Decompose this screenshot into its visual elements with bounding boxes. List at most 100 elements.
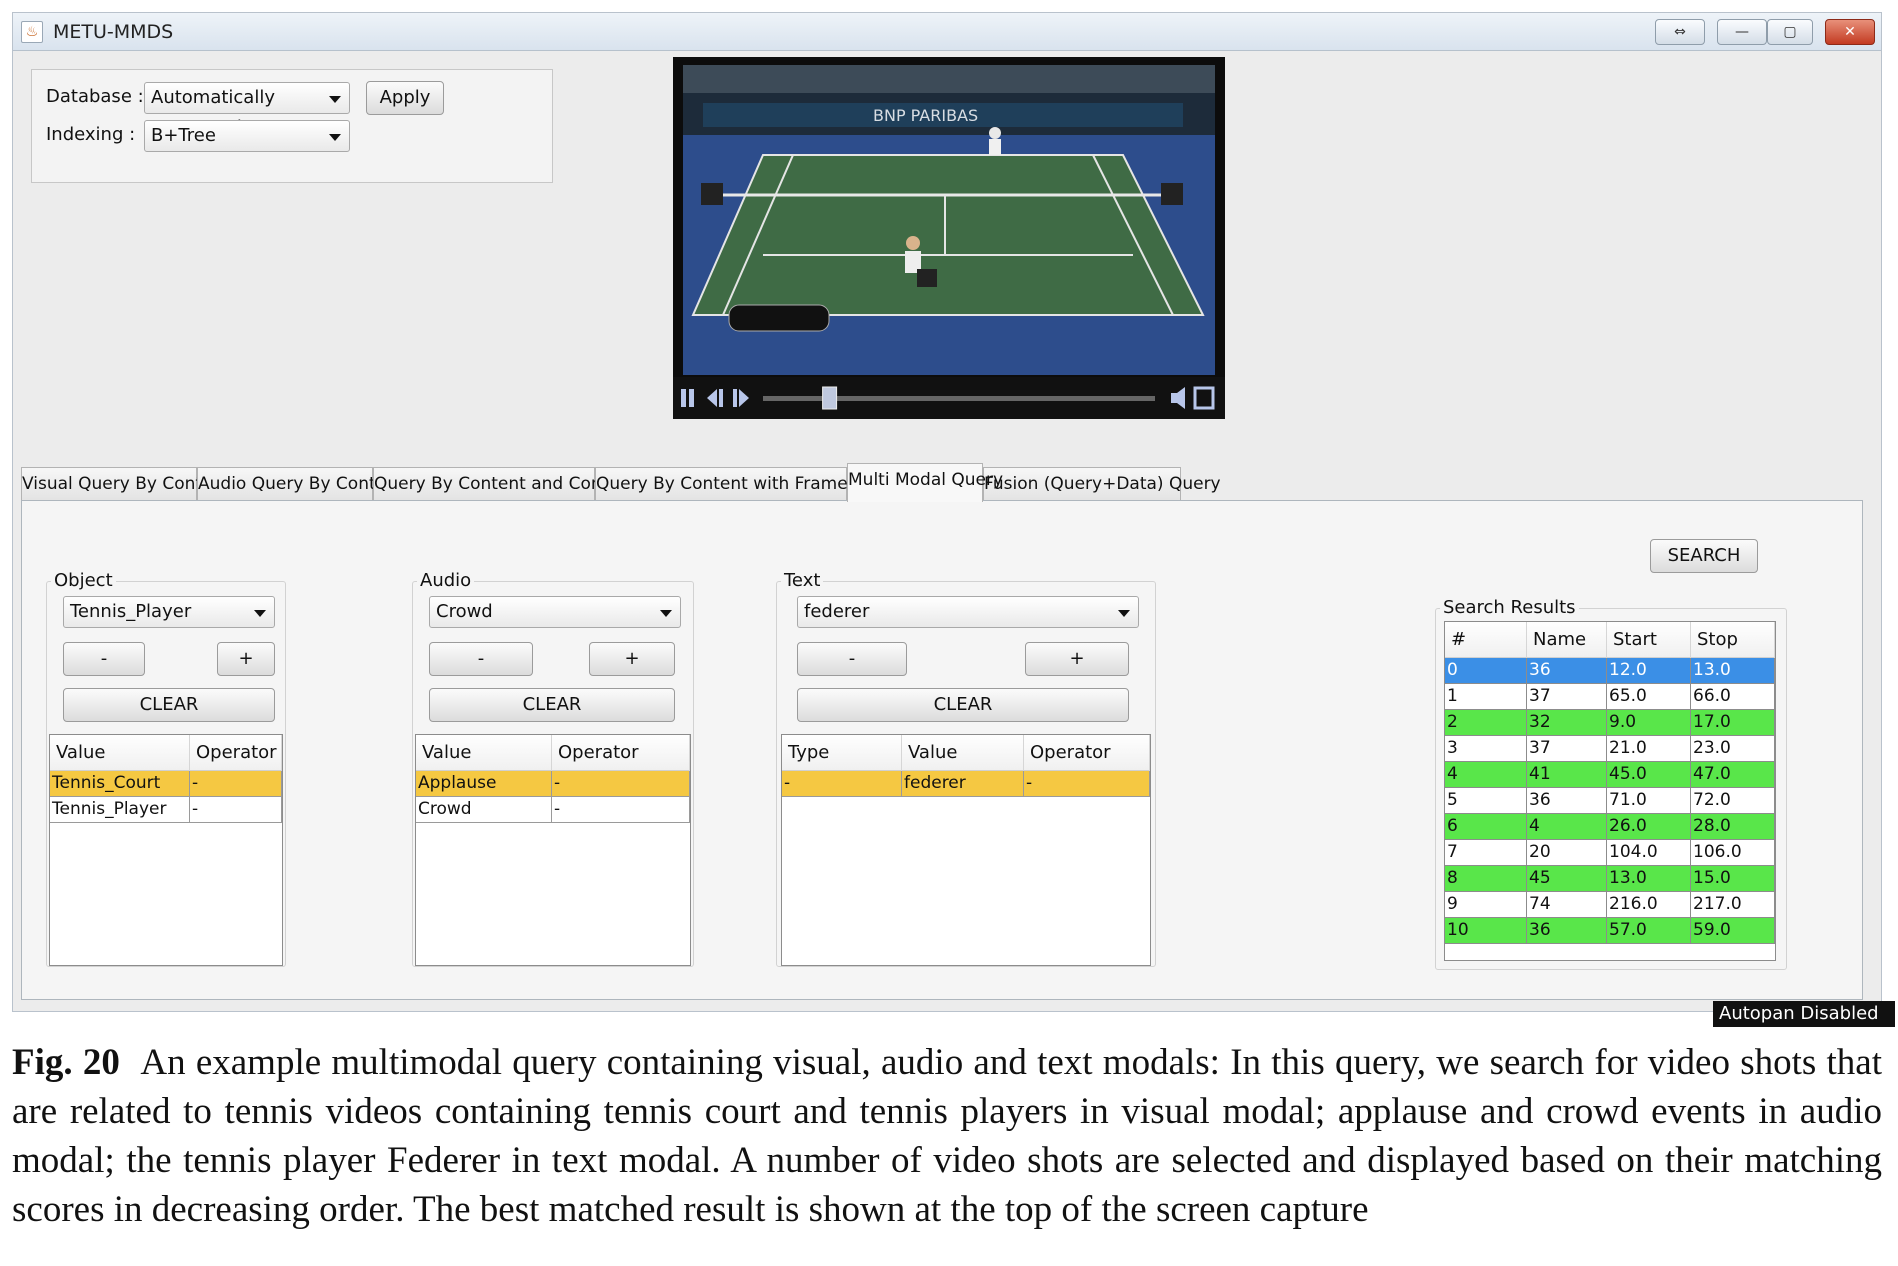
column-header[interactable]: Type — [782, 735, 902, 771]
text-clear-button[interactable]: CLEAR — [797, 688, 1129, 722]
result-cell: 106.0 — [1691, 840, 1775, 866]
column-header[interactable]: Operator — [190, 735, 282, 771]
close-button[interactable]: ✕ — [1825, 19, 1875, 45]
table-row[interactable]: Applause - — [416, 771, 690, 797]
column-header[interactable]: Operator — [1024, 735, 1150, 771]
restore-button[interactable]: ⇔ — [1655, 19, 1705, 45]
search-button[interactable]: SEARCH — [1650, 539, 1758, 573]
step-forward-icon[interactable] — [733, 389, 749, 407]
object-table: Value Operator Tennis_Court - Tennis_Pla… — [49, 734, 283, 966]
text-minus-button[interactable]: - — [797, 642, 907, 676]
result-row[interactable]: 4 41 45.0 47.0 — [1445, 762, 1776, 788]
audio-minus-button[interactable]: - — [429, 642, 533, 676]
indexing-select[interactable]: B+Tree — [144, 120, 350, 152]
result-row[interactable]: 9 74 216.0 217.0 — [1445, 892, 1776, 918]
search-results-group: Search Results # Name Start Stop 0 36 12.0… — [1435, 597, 1787, 970]
column-header[interactable]: Operator — [552, 735, 690, 771]
result-cell: 15.0 — [1691, 866, 1775, 892]
result-cell: 104.0 — [1607, 840, 1691, 866]
column-header[interactable]: Name — [1527, 622, 1607, 658]
audio-plus-button[interactable]: + — [589, 642, 675, 676]
result-row[interactable]: 7 20 104.0 106.0 — [1445, 840, 1776, 866]
table-cell: Tennis_Player — [50, 797, 190, 823]
result-row[interactable]: 8 45 13.0 15.0 — [1445, 866, 1776, 892]
result-cell: 74 — [1527, 892, 1607, 918]
text-plus-button[interactable]: + — [1025, 642, 1129, 676]
fullscreen-icon[interactable] — [1193, 386, 1215, 410]
result-cell: 36 — [1527, 918, 1607, 944]
figure-caption-text: An example multimodal query containing v… — [12, 1042, 1882, 1230]
result-cell: 57.0 — [1607, 918, 1691, 944]
tab-content-concept[interactable]: Query By Content and Concept — [373, 467, 639, 501]
result-row[interactable]: 1 37 65.0 66.0 — [1445, 684, 1776, 710]
text-select[interactable]: federer — [797, 596, 1139, 628]
video-controls — [673, 377, 1225, 419]
pause-icon[interactable] — [681, 389, 694, 407]
apply-button[interactable]: Apply — [366, 81, 444, 115]
database-select[interactable]: Automatically Processed — [144, 82, 350, 138]
video-player[interactable]: BNP PARIBAS — [673, 57, 1225, 419]
table-row[interactable]: - federer - — [782, 771, 1150, 797]
result-cell: 26.0 — [1607, 814, 1691, 840]
result-cell: 7 — [1445, 840, 1527, 866]
result-row[interactable]: 0 36 12.0 13.0 — [1445, 658, 1776, 684]
table-header: Type Value Operator — [782, 735, 1150, 771]
result-row[interactable]: 6 4 26.0 28.0 — [1445, 814, 1776, 840]
result-cell: 36 — [1527, 788, 1607, 814]
result-cell: 2 — [1445, 710, 1527, 736]
audio-clear-button[interactable]: CLEAR — [429, 688, 675, 722]
object-clear-button[interactable]: CLEAR — [63, 688, 275, 722]
result-cell: 65.0 — [1607, 684, 1691, 710]
chevron-down-icon — [1118, 610, 1130, 617]
result-row[interactable]: 5 36 71.0 72.0 — [1445, 788, 1776, 814]
table-header: Value Operator — [416, 735, 690, 771]
audio-table: Value Operator Applause - Crowd - — [415, 734, 691, 966]
database-label: Database : — [46, 86, 144, 107]
result-cell: 13.0 — [1691, 658, 1775, 684]
result-row[interactable]: 10 36 57.0 59.0 — [1445, 918, 1776, 944]
object-select[interactable]: Tennis_Player — [63, 596, 275, 628]
video-frame[interactable]: BNP PARIBAS — [683, 65, 1215, 375]
table-row[interactable]: Tennis_Court - — [50, 771, 282, 797]
result-cell: 41 — [1527, 762, 1607, 788]
column-header[interactable]: Value — [416, 735, 552, 771]
object-minus-button[interactable]: - — [63, 642, 145, 676]
column-header[interactable]: Start — [1607, 622, 1691, 658]
tab-multi-modal[interactable]: Multi Modal Query — [847, 463, 1003, 502]
column-header[interactable]: Stop — [1691, 622, 1775, 658]
result-cell: 59.0 — [1691, 918, 1775, 944]
column-header[interactable]: Value — [50, 735, 190, 771]
volume-icon[interactable] — [1171, 387, 1185, 409]
tab-fusion[interactable]: Fusion (Query+Data) Query — [983, 467, 1221, 501]
table-header: Value Operator — [50, 735, 282, 771]
audio-selected: Crowd — [436, 601, 493, 622]
autopan-status: Autopan Disabled — [1713, 1001, 1895, 1027]
indexing-value: B+Tree — [151, 125, 216, 146]
column-header[interactable]: Value — [902, 735, 1024, 771]
result-cell: 20 — [1527, 840, 1607, 866]
java-cup-icon: ♨ — [21, 21, 43, 43]
result-cell: 8 — [1445, 866, 1527, 892]
text-group: Text federer - + CLEAR Type Value Operat… — [776, 570, 1156, 967]
minimize-button[interactable]: — — [1717, 19, 1767, 45]
tab-frame-image[interactable]: Query By Content with Frame Image — [595, 467, 906, 501]
step-back-icon[interactable] — [707, 389, 723, 407]
tab-audio-query[interactable]: Audio Query By Content — [197, 467, 404, 501]
object-plus-button[interactable]: + — [217, 642, 275, 676]
window-title: METU-MMDS — [53, 21, 174, 43]
audio-select[interactable]: Crowd — [429, 596, 681, 628]
table-cell: - — [782, 771, 902, 797]
column-header[interactable]: # — [1445, 622, 1527, 658]
result-cell: 9 — [1445, 892, 1527, 918]
result-row[interactable]: 3 37 21.0 23.0 — [1445, 736, 1776, 762]
result-row[interactable]: 2 32 9.0 17.0 — [1445, 710, 1776, 736]
table-row[interactable]: Crowd - — [416, 797, 690, 823]
table-row[interactable]: Tennis_Player - — [50, 797, 282, 823]
seek-track[interactable] — [763, 396, 1155, 401]
tab-visual-query[interactable]: Visual Query By Content — [21, 467, 230, 501]
result-cell: 37 — [1527, 736, 1607, 762]
result-cell: 36 — [1527, 658, 1607, 684]
result-cell: 4 — [1527, 814, 1607, 840]
seek-thumb[interactable] — [822, 386, 838, 410]
maximize-button[interactable]: ▢ — [1767, 19, 1813, 45]
